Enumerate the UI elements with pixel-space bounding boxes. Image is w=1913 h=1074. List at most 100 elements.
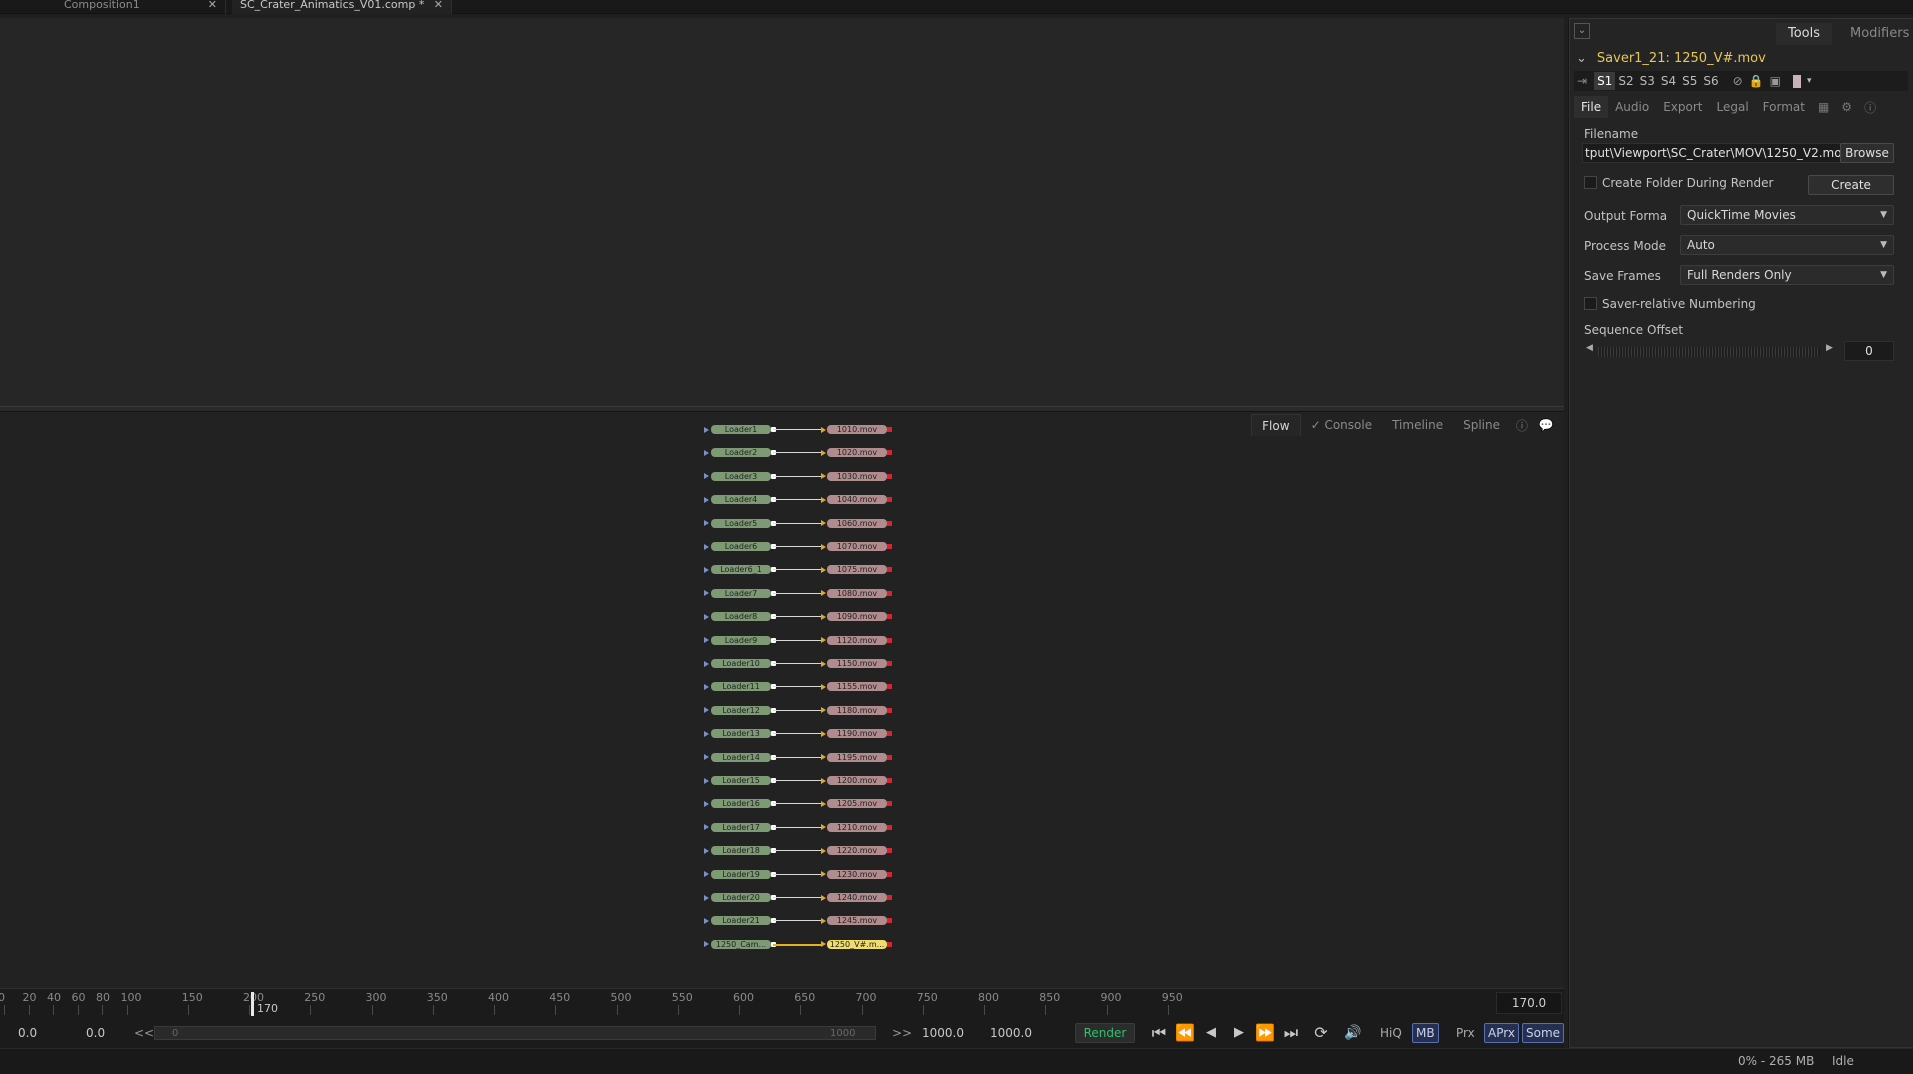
input-port[interactable] xyxy=(704,543,709,550)
loader-node[interactable]: Loader6_1 xyxy=(711,565,771,575)
doc-tab-sc-crater[interactable]: SC_Crater_Animatics_V01.comp * ✕ xyxy=(232,0,452,14)
output-port-red[interactable] xyxy=(887,520,892,526)
output-port-red[interactable] xyxy=(887,918,892,924)
output-port-red[interactable] xyxy=(887,801,892,807)
output-port-red[interactable] xyxy=(887,731,892,737)
input-port[interactable] xyxy=(704,590,709,597)
loader-node[interactable]: Loader18 xyxy=(711,846,771,856)
create-button[interactable]: Create xyxy=(1808,175,1894,195)
doc-tab-composition1[interactable]: Composition1 ✕ xyxy=(56,0,226,14)
tab-export[interactable]: Export xyxy=(1656,96,1709,118)
saver-node[interactable]: 1240.mov xyxy=(827,893,887,902)
pin-icon[interactable]: ⇥ xyxy=(1574,72,1590,90)
saver-node[interactable]: 1180.mov xyxy=(827,705,887,715)
output-port-red[interactable] xyxy=(887,450,892,456)
loader-node[interactable]: Loader1 xyxy=(711,425,771,434)
go-to-end-icon[interactable]: ⏭ xyxy=(1280,1023,1302,1043)
input-port[interactable] xyxy=(704,800,709,807)
scene-s3[interactable]: S3 xyxy=(1637,72,1658,90)
loop-icon[interactable]: ⟳ xyxy=(1310,1023,1332,1043)
input-port[interactable] xyxy=(704,730,709,737)
saver-node[interactable]: 1060.mov xyxy=(827,518,887,528)
input-port[interactable] xyxy=(704,754,709,761)
saver-node[interactable]: 1040.mov xyxy=(827,495,887,505)
loader-node[interactable]: Loader19 xyxy=(711,869,771,879)
aprx-button[interactable]: APrx xyxy=(1484,1023,1519,1043)
close-icon[interactable]: ✕ xyxy=(208,0,217,10)
tab-modifiers[interactable]: Modifiers xyxy=(1838,23,1913,45)
output-port-red[interactable] xyxy=(887,941,892,947)
output-port-red[interactable] xyxy=(887,707,892,713)
loader-node[interactable]: Loader2 xyxy=(711,448,771,458)
saver-node[interactable]: 1080.mov xyxy=(827,588,887,598)
render-end-field[interactable]: 1000.0 xyxy=(922,1023,964,1043)
output-port-red[interactable] xyxy=(887,637,892,643)
scene-s5[interactable]: S5 xyxy=(1679,72,1700,90)
input-port[interactable] xyxy=(704,917,709,924)
output-port-red[interactable] xyxy=(887,661,892,666)
tab-audio[interactable]: Audio xyxy=(1608,96,1656,118)
input-port[interactable] xyxy=(704,473,709,480)
save-frames-select[interactable]: Full Renders Only ▼ xyxy=(1680,265,1894,285)
output-port-red[interactable] xyxy=(887,895,892,900)
input-port[interactable] xyxy=(704,496,709,503)
time-range-slider[interactable] xyxy=(154,1026,876,1040)
saver-node[interactable]: 1245.mov xyxy=(827,916,887,926)
loader-node[interactable]: Loader12 xyxy=(711,705,771,715)
input-port[interactable] xyxy=(704,566,709,573)
scene-s6[interactable]: S6 xyxy=(1700,72,1721,90)
loader-node[interactable]: 1250_Cam... xyxy=(711,939,771,949)
loader-node[interactable]: Loader20 xyxy=(711,893,771,902)
loader-node[interactable]: Loader17 xyxy=(711,822,771,832)
input-port[interactable] xyxy=(704,894,709,901)
chevron-down-icon[interactable]: ▾ xyxy=(1804,72,1815,90)
input-port[interactable] xyxy=(704,449,709,456)
slider-left-arrow-icon[interactable]: ◀ xyxy=(1586,343,1593,353)
output-port-red[interactable] xyxy=(887,684,892,690)
chevron-down-icon[interactable]: ⌄ xyxy=(1576,51,1587,66)
global-end-field[interactable]: 1000.0 xyxy=(990,1023,1032,1043)
input-port[interactable] xyxy=(704,613,709,620)
loader-node[interactable]: Loader16 xyxy=(711,799,771,809)
loader-node[interactable]: Loader6 xyxy=(711,542,771,551)
input-port[interactable] xyxy=(704,824,709,831)
input-port[interactable] xyxy=(704,660,709,667)
tab-timeline[interactable]: Timeline xyxy=(1382,414,1453,436)
scroll-left-button[interactable]: << xyxy=(134,1023,154,1043)
prx-button[interactable]: Prx xyxy=(1452,1023,1479,1043)
saver-node[interactable]: 1075.mov xyxy=(827,565,887,575)
saver-node[interactable]: 1200.mov xyxy=(827,776,887,785)
scroll-right-button[interactable]: >> xyxy=(892,1023,912,1043)
settings-grid-icon[interactable]: ▦ xyxy=(1812,100,1835,114)
slider-right-arrow-icon[interactable]: ▶ xyxy=(1826,343,1833,353)
saver-node[interactable]: 1070.mov xyxy=(827,542,887,551)
saver-node[interactable]: 1220.mov xyxy=(827,846,887,856)
saver-relative-checkbox[interactable] xyxy=(1584,297,1597,310)
scene-s4[interactable]: S4 xyxy=(1658,72,1679,90)
output-port-red[interactable] xyxy=(887,567,892,573)
output-format-select[interactable]: QuickTime Movies ▼ xyxy=(1680,205,1894,225)
info-icon[interactable]: ⓘ xyxy=(1858,99,1882,116)
input-port[interactable] xyxy=(704,707,709,714)
playhead[interactable] xyxy=(251,992,254,1016)
filename-input[interactable]: tput\Viewport\SC_Crater\MOV\1250_V2.mov xyxy=(1582,143,1848,163)
input-port[interactable] xyxy=(704,777,709,784)
play-icon[interactable]: ▶ xyxy=(1228,1023,1250,1043)
tab-file[interactable]: File xyxy=(1574,96,1609,118)
loader-node[interactable]: Loader8 xyxy=(711,612,771,622)
audio-icon[interactable]: 🔊 xyxy=(1342,1023,1364,1043)
step-forward-icon[interactable]: ⏩ xyxy=(1254,1023,1276,1043)
output-port-red[interactable] xyxy=(887,754,892,760)
tool-header[interactable]: ⌄ Saver1_21: 1250_V#.mov xyxy=(1576,49,1766,69)
loader-node[interactable]: Loader4 xyxy=(711,495,771,505)
loader-node[interactable]: Loader11 xyxy=(711,682,771,692)
saver-node[interactable]: 1210.mov xyxy=(827,822,887,832)
global-start-field[interactable]: 0.0 xyxy=(18,1023,37,1043)
scene-s1[interactable]: S1 xyxy=(1594,72,1616,90)
tab-legal[interactable]: Legal xyxy=(1709,96,1755,118)
input-port[interactable] xyxy=(704,683,709,690)
loader-node[interactable]: Loader21 xyxy=(711,916,771,926)
input-port[interactable] xyxy=(704,426,709,433)
output-port-red[interactable] xyxy=(887,544,892,549)
time-ruler[interactable]: 0204060801001502002503003504004505005506… xyxy=(0,988,1564,1018)
